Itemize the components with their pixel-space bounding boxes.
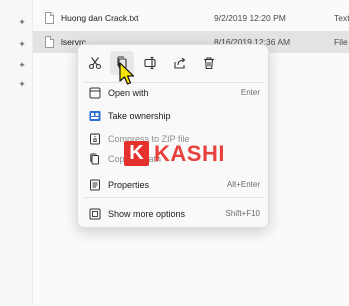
file-type: File xyxy=(334,37,348,47)
share-icon xyxy=(174,57,186,69)
menu-item-label: Properties xyxy=(108,180,150,190)
pin-icon[interactable]: ✦ xyxy=(17,17,27,27)
watermark-text: KASHI xyxy=(154,141,225,166)
context-menu: Open with Enter Take ownership Compress … xyxy=(77,44,269,228)
menu-item-shortcut: Alt+Enter xyxy=(226,180,260,189)
file-icon xyxy=(45,36,54,48)
rename-button[interactable] xyxy=(139,51,163,75)
text-file-icon xyxy=(45,12,54,24)
cut-button[interactable] xyxy=(83,51,107,75)
share-button[interactable] xyxy=(168,51,192,75)
watermark-badge: K xyxy=(124,141,149,166)
navigation-pane: ✦ ✦ ✦ ✦ xyxy=(0,0,33,306)
file-explorer-window: ✦ ✦ ✦ ✦ Huong dan Crack.txt 9/2/2019 12:… xyxy=(0,0,349,306)
file-date: 9/2/2019 12:20 PM xyxy=(214,13,286,23)
pin-icon[interactable]: ✦ xyxy=(17,39,27,49)
delete-button[interactable] xyxy=(197,51,221,75)
menu-item-label: Take ownership xyxy=(108,111,171,121)
menu-item-open-with[interactable]: Open with Enter xyxy=(82,83,266,103)
trash-icon xyxy=(204,57,214,70)
more-options-icon xyxy=(89,208,101,220)
zip-icon xyxy=(90,133,100,145)
file-row[interactable]: Huong dan Crack.txt 9/2/2019 12:20 PM Te… xyxy=(33,7,349,29)
ownership-icon xyxy=(89,111,101,121)
menu-item-shortcut: Enter xyxy=(240,88,260,97)
mouse-cursor-icon xyxy=(119,62,135,85)
file-type: Text xyxy=(334,13,349,23)
pin-icon[interactable]: ✦ xyxy=(17,79,27,89)
menu-item-properties[interactable]: Properties Alt+Enter xyxy=(82,175,266,195)
properties-icon xyxy=(90,179,100,191)
open-with-icon xyxy=(89,87,101,99)
menu-item-label: Show more options xyxy=(108,209,186,219)
context-menu-toolbar xyxy=(78,51,270,75)
menu-item-shortcut: Shift+F10 xyxy=(225,209,260,218)
pin-icon[interactable]: ✦ xyxy=(17,60,27,70)
menu-divider xyxy=(84,197,264,198)
menu-item-take-ownership[interactable]: Take ownership xyxy=(82,106,266,126)
copy-path-icon xyxy=(90,153,99,165)
menu-item-show-more-options[interactable]: Show more options Shift+F10 xyxy=(82,204,266,224)
rename-icon xyxy=(144,56,156,70)
scissors-icon xyxy=(88,57,102,70)
file-name: Huong dan Crack.txt xyxy=(61,13,139,23)
